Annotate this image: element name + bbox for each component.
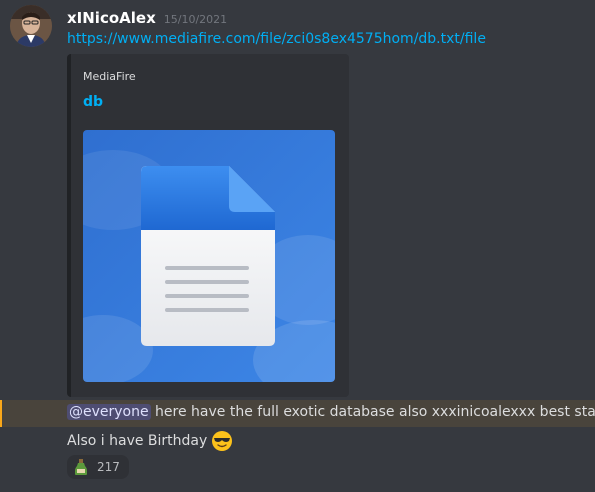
embed-image[interactable] (83, 130, 335, 382)
message-line-2: Also i have Birthday (67, 430, 233, 452)
mediafire-link[interactable]: https://www.mediafire.com/file/zci0s8ex4… (67, 31, 486, 47)
message-header: xINicoAlex 15/10/2021 (67, 9, 227, 27)
reaction-count: 217 (97, 460, 120, 474)
username[interactable]: xINicoAlex (67, 9, 156, 27)
message: xINicoAlex 15/10/2021 https://www.mediaf… (0, 0, 595, 492)
bottle-emoji-icon (75, 459, 87, 475)
avatar[interactable] (10, 5, 52, 47)
embed-title[interactable]: db (83, 94, 103, 110)
message-line-1-text: here have the full exotic database also … (150, 404, 595, 420)
message-line-1: @everyone here have the full exotic data… (67, 404, 595, 420)
link-embed: MediaFire db (67, 54, 349, 397)
reaction-button[interactable]: 217 (67, 455, 129, 479)
sunglasses-emoji-icon[interactable] (211, 430, 233, 452)
timestamp: 15/10/2021 (163, 13, 228, 26)
avatar-image (10, 5, 52, 47)
embed-provider[interactable]: MediaFire (83, 70, 136, 83)
message-line-2-text: Also i have Birthday (67, 433, 208, 449)
everyone-mention[interactable]: @everyone (67, 404, 151, 420)
document-file-icon (83, 130, 335, 382)
